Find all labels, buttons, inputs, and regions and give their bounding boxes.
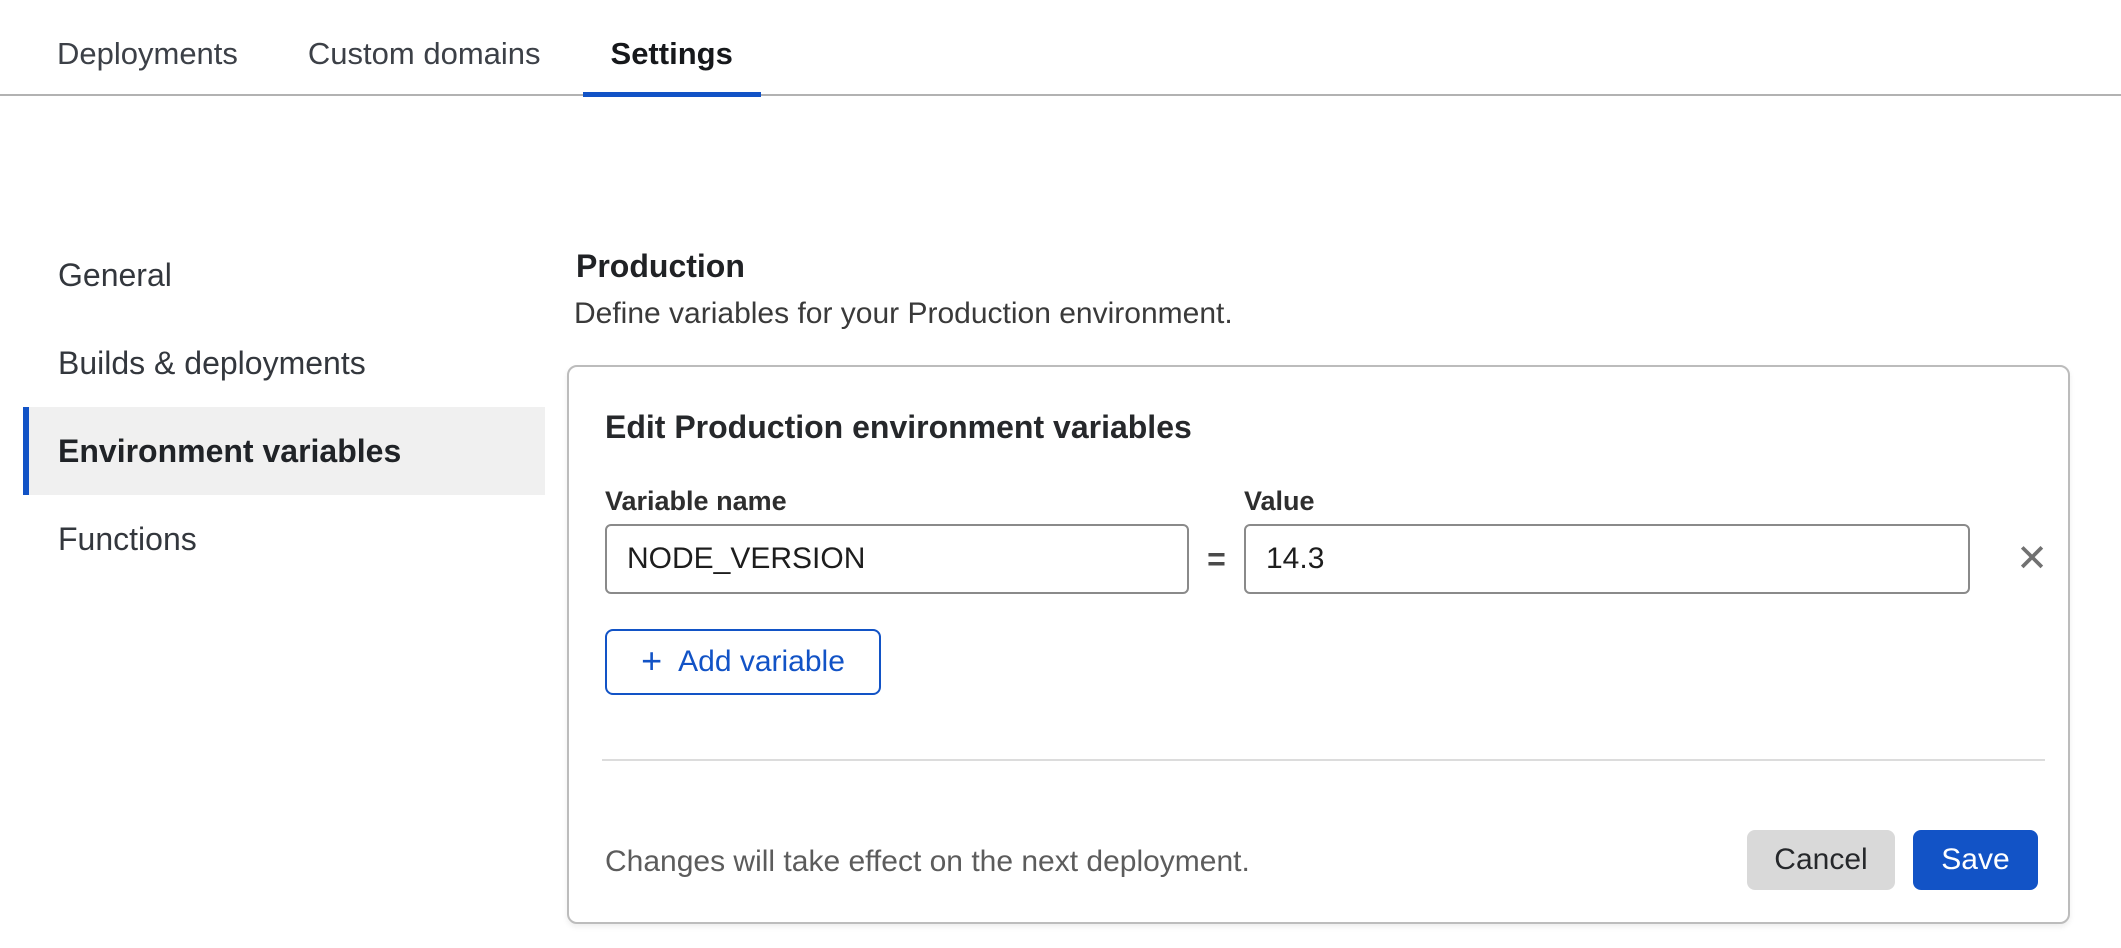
plus-icon: +	[641, 643, 662, 679]
value-label: Value	[1244, 484, 1315, 518]
settings-sidebar: General Builds & deployments Environment…	[23, 231, 545, 583]
sidebar-item-general[interactable]: General	[23, 231, 545, 319]
sidebar-item-environment-variables[interactable]: Environment variables	[23, 407, 545, 495]
variable-value-input[interactable]	[1244, 524, 1970, 594]
card-title: Edit Production environment variables	[605, 407, 1192, 447]
tab-deployments[interactable]: Deployments	[29, 0, 266, 95]
tab-custom-domains[interactable]: Custom domains	[280, 0, 569, 95]
cancel-button[interactable]: Cancel	[1747, 830, 1895, 890]
add-variable-button[interactable]: + Add variable	[605, 629, 881, 695]
sidebar-item-functions[interactable]: Functions	[23, 495, 545, 583]
add-variable-label: Add variable	[678, 645, 845, 679]
variable-name-label: Variable name	[605, 484, 787, 518]
variable-name-input[interactable]	[605, 524, 1189, 594]
tab-settings[interactable]: Settings	[583, 0, 761, 95]
tab-bar: Deployments Custom domains Settings	[0, 0, 2121, 96]
equals-sign: =	[1189, 524, 1244, 594]
sidebar-item-builds-deployments[interactable]: Builds & deployments	[23, 319, 545, 407]
remove-variable-button[interactable]: ✕	[2002, 524, 2062, 594]
section-description: Define variables for your Production env…	[574, 296, 1233, 332]
section-title: Production	[576, 247, 745, 285]
close-icon: ✕	[2016, 540, 2048, 578]
footer-note: Changes will take effect on the next dep…	[605, 844, 1250, 880]
card-divider	[602, 759, 2045, 761]
environment-variables-card: Edit Production environment variables Va…	[567, 365, 2070, 924]
save-button[interactable]: Save	[1913, 830, 2038, 890]
